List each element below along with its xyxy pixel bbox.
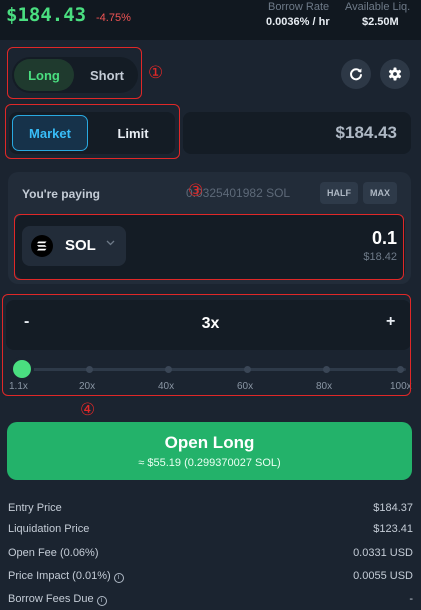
annotation-marker-4: ④ bbox=[80, 400, 96, 420]
detail-label: Liquidation Price bbox=[8, 523, 90, 535]
limit-price-field[interactable]: $184.43 bbox=[183, 112, 411, 154]
refresh-button[interactable] bbox=[341, 59, 371, 89]
gear-icon bbox=[388, 67, 402, 81]
borrow-rate-value: 0.0036% / hr bbox=[266, 16, 330, 28]
annotation-box-4 bbox=[2, 294, 411, 396]
limit-price-value: $184.43 bbox=[335, 123, 397, 142]
refresh-icon bbox=[350, 68, 362, 81]
detail-row-borrow-fees: Borrow Fees Due i bbox=[8, 593, 107, 606]
detail-value: $184.37 bbox=[373, 502, 413, 514]
annotation-box-2 bbox=[5, 104, 180, 159]
detail-label: Borrow Fees Due bbox=[8, 593, 94, 605]
info-icon[interactable]: i bbox=[96, 596, 107, 606]
available-liq-label: Available Liq. bbox=[345, 1, 411, 13]
detail-label: Entry Price bbox=[8, 502, 62, 514]
open-long-title: Open Long bbox=[164, 433, 255, 452]
current-price: $184.43 bbox=[6, 4, 87, 26]
open-long-button[interactable]: Open Long ≈ $55.19 (0.299370027 SOL) bbox=[7, 422, 412, 480]
annotation-marker-3: ③ bbox=[188, 181, 204, 201]
available-liq-value: $2.50M bbox=[362, 16, 399, 28]
annotation-box-1 bbox=[7, 47, 142, 99]
settings-button[interactable] bbox=[380, 59, 410, 89]
detail-value: - bbox=[409, 593, 413, 605]
annotation-marker-1: ① bbox=[148, 63, 164, 83]
price-change: -4.75% bbox=[96, 12, 131, 24]
detail-label: Open Fee (0.06%) bbox=[8, 547, 99, 559]
max-button[interactable]: MAX bbox=[363, 182, 397, 204]
detail-value: 0.0331 USD bbox=[353, 547, 413, 559]
annotation-box-3 bbox=[14, 214, 404, 280]
borrow-rate-label: Borrow Rate bbox=[268, 1, 330, 13]
info-icon[interactable]: i bbox=[113, 573, 124, 583]
detail-value: 0.0055 USD bbox=[353, 570, 413, 582]
header-bar: $184.43 -4.75% Borrow Rate 0.0036% / hr … bbox=[0, 0, 421, 40]
open-long-subtitle: ≈ $55.19 (0.299370027 SOL) bbox=[138, 457, 281, 469]
detail-row-price-impact: Price Impact (0.01%) i bbox=[8, 570, 124, 583]
detail-label: Price Impact (0.01%) bbox=[8, 570, 111, 582]
paying-label: You're paying bbox=[22, 187, 100, 201]
detail-value: $123.41 bbox=[373, 523, 413, 535]
half-button[interactable]: HALF bbox=[320, 182, 358, 204]
